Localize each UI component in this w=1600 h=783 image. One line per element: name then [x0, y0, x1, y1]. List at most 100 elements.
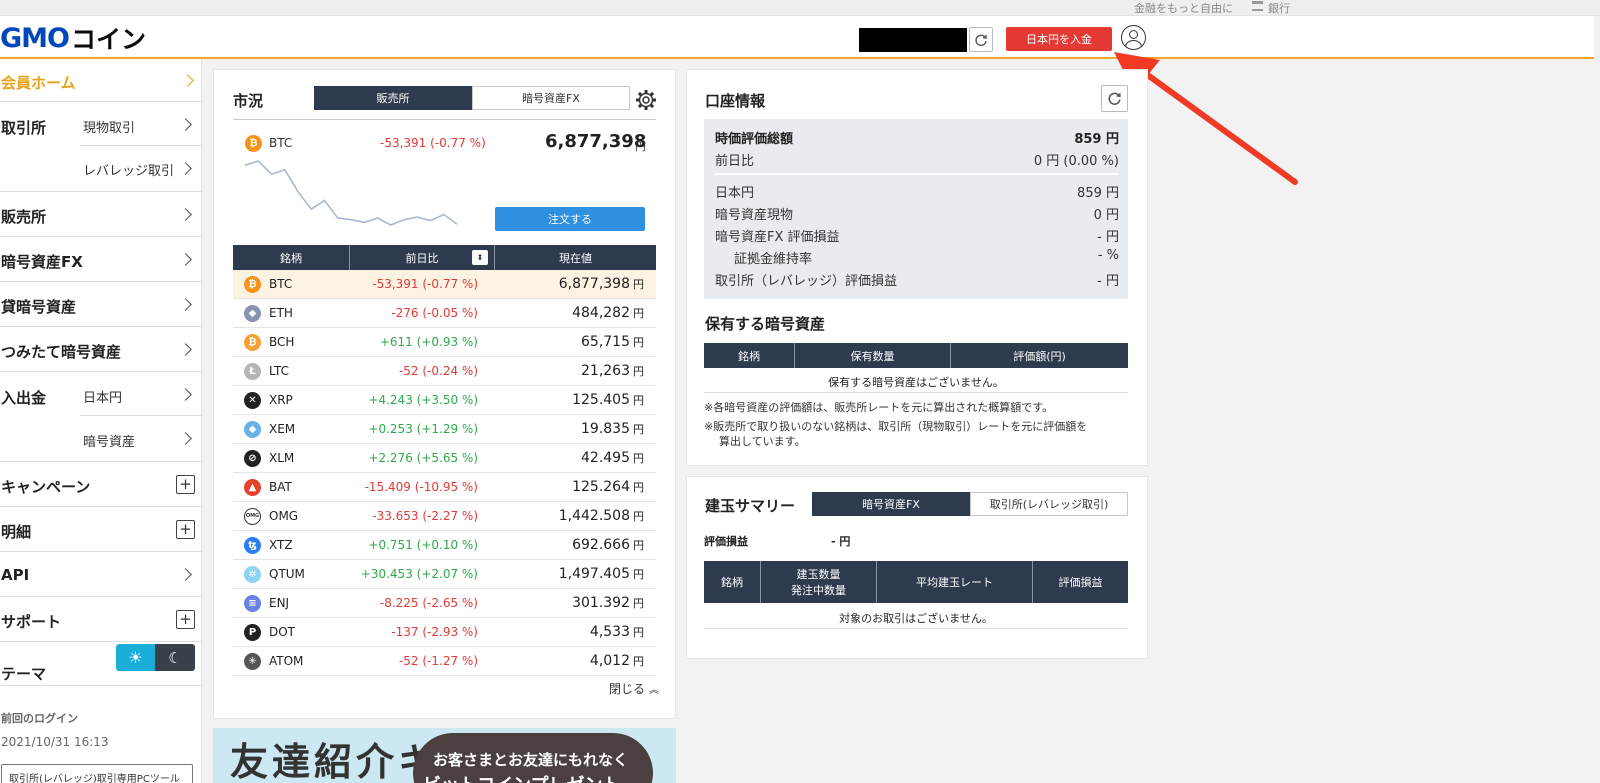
- table-row[interactable]: ◆ XEM +0.253 (+1.29 %) 19.835 円: [233, 415, 656, 444]
- table-row[interactable]: ✳ ATOM -52 (-1.27 %) 4,012 円: [233, 647, 656, 676]
- moon-icon[interactable]: ☾: [155, 644, 195, 671]
- row-symbol: BCH: [269, 335, 295, 349]
- sidebar-item-spot[interactable]: 現物取引: [80, 102, 202, 146]
- sidebar-item-tsumitate[interactable]: つみたて暗号資産: [0, 327, 202, 372]
- page-scrollbar[interactable]: [1594, 16, 1600, 783]
- table-row[interactable]: P DOT -137 (-2.93 %) 4,533 円: [233, 618, 656, 647]
- row-price-cell: 125.405 円: [478, 392, 656, 408]
- sidebar-item-api[interactable]: API: [0, 552, 202, 597]
- positions-table-header: 銘柄 建玉数量 発注中数量 平均建玉レート 評価損益: [704, 561, 1128, 603]
- table-row[interactable]: ꜩ XTZ +0.751 (+0.10 %) 692.666 円: [233, 531, 656, 560]
- prev-row: 前日比 0 円 (0.00 %): [715, 150, 1119, 169]
- table-row[interactable]: OMG OMG -33.653 (-2.27 %) 1,442.508 円: [233, 502, 656, 531]
- sidebar: 会員ホーム 取引所 現物取引 レバレッジ取引 販売所 暗号資産FX 貸暗号資産 …: [0, 59, 202, 783]
- sidebar-item-campaign[interactable]: キャンペーン +: [0, 462, 202, 507]
- plus-icon[interactable]: +: [176, 520, 195, 539]
- row-symbol: XRP: [269, 393, 293, 407]
- coin-xlm-icon: ⊘: [244, 449, 261, 467]
- plus-icon[interactable]: +: [176, 610, 195, 629]
- coin-xrp-icon: ✕: [244, 391, 261, 409]
- sort-icon[interactable]: ⬍: [472, 250, 488, 265]
- table-row[interactable]: ✕ XRP +4.243 (+3.50 %) 125.405 円: [233, 386, 656, 415]
- sidebar-item-dealer[interactable]: 販売所: [0, 192, 202, 237]
- tagline-link[interactable]: 金融をもっと自由に: [1134, 0, 1233, 16]
- prev-value: 0 円 (0.00 %): [1033, 154, 1119, 169]
- row-price-cell: 692.666 円: [478, 537, 656, 553]
- row-symbol: ETH: [269, 306, 293, 320]
- close-toggle[interactable]: 閉じる ︽: [609, 680, 659, 697]
- deposit-jpy-button[interactable]: 日本円を入金: [1006, 27, 1112, 51]
- row-price: 42.495: [581, 450, 630, 466]
- row-yen: 円: [633, 626, 644, 639]
- row-price-cell: 65,715 円: [478, 334, 656, 350]
- table-row[interactable]: ✲ QTUM +30.453 (+2.07 %) 1,497.405 円: [233, 560, 656, 589]
- theme-label: テーマ: [1, 665, 47, 683]
- pc-tool-button[interactable]: 取引所(レバレッジ)取引専用PCツール: [1, 764, 193, 783]
- header: GMO コイン 日本円を入金: [0, 16, 1600, 59]
- table-row[interactable]: ⊘ XLM +2.276 (+5.65 %) 42.495 円: [233, 444, 656, 473]
- sidebar-label-jpy: 日本円: [83, 391, 123, 406]
- coin-btc-icon: ₿: [244, 275, 261, 293]
- row-yen: 円: [633, 568, 644, 581]
- order-button[interactable]: 注文する: [495, 207, 645, 231]
- row-change: -33.653 (-2.27 %): [372, 509, 478, 523]
- row-price: 125.405: [572, 392, 630, 408]
- margin-label: 証拠金維持率: [734, 252, 813, 267]
- sidebar-label-dealer: 販売所: [1, 208, 47, 226]
- tab-dealer[interactable]: 販売所: [314, 86, 472, 110]
- row-yen: 円: [633, 510, 644, 523]
- row-change: +2.276 (+5.65 %): [368, 451, 478, 465]
- tab-fx[interactable]: 暗号資産FX: [472, 86, 630, 110]
- spot-label: 暗号資産現物: [715, 208, 794, 223]
- row-symbol-cell: ≡ ENJ: [233, 594, 350, 612]
- coin-bch-icon: ₿: [244, 333, 261, 351]
- featured-price: 6,877,398: [545, 131, 647, 152]
- sidebar-item-lending[interactable]: 貸暗号資産: [0, 282, 202, 327]
- tab-positions-leverage[interactable]: 取引所(レバレッジ取引): [970, 492, 1128, 516]
- market-title: 市況: [233, 92, 264, 110]
- sidebar-item-home[interactable]: 会員ホーム: [0, 59, 202, 102]
- sidebar-item-jpy[interactable]: 日本円: [80, 372, 202, 416]
- bank-link[interactable]: 銀行: [1268, 0, 1290, 16]
- row-price: 65,715: [581, 334, 630, 350]
- account-refresh-button[interactable]: [1101, 85, 1128, 112]
- col-change-header[interactable]: 前日比 ⬍: [350, 245, 495, 270]
- row-price-cell: 4,012 円: [478, 653, 656, 669]
- row-change: -15.409 (-10.95 %): [364, 480, 478, 494]
- tab-positions-fx[interactable]: 暗号資産FX: [812, 492, 970, 516]
- table-row[interactable]: Ł LTC -52 (-0.24 %) 21,263 円: [233, 357, 656, 386]
- row-price: 4,533: [589, 624, 630, 640]
- spot-row: 暗号資産現物 0 円: [715, 204, 1119, 223]
- header-refresh-button[interactable]: [969, 27, 993, 52]
- col-symbol: 銘柄: [233, 245, 350, 270]
- row-symbol-cell: ▲ BAT: [233, 478, 350, 496]
- table-row[interactable]: ▲ BAT -15.409 (-10.95 %) 125.264 円: [233, 473, 656, 502]
- positions-empty: 対象のお取引はございません。: [704, 603, 1128, 629]
- row-change: -53,391 (-0.77 %): [372, 277, 478, 291]
- sidebar-item-support[interactable]: サポート +: [0, 597, 202, 642]
- theme-toggle[interactable]: ☀ ☾: [116, 644, 195, 671]
- sidebar-item-leverage[interactable]: レバレッジ取引: [80, 146, 202, 191]
- sidebar-label-deposit: 入出金: [1, 389, 47, 407]
- plus-icon[interactable]: +: [176, 475, 195, 494]
- table-row[interactable]: ◆ ETH -276 (-0.05 %) 484,282 円: [233, 299, 656, 328]
- logo[interactable]: GMO コイン: [0, 22, 146, 55]
- referral-banner[interactable]: 友達紹介キャンペーン お客さまとお友達にもれなく ビットコインプレゼント: [213, 728, 676, 783]
- table-row[interactable]: ≡ ENJ -8.225 (-2.65 %) 301.392 円: [233, 589, 656, 618]
- sidebar-item-details[interactable]: 明細 +: [0, 507, 202, 552]
- sidebar-label-fx: 暗号資産FX: [1, 253, 83, 271]
- table-row[interactable]: ₿ BTC -53,391 (-0.77 %) 6,877,398 円: [233, 270, 656, 299]
- table-row[interactable]: ₿ BCH +611 (+0.93 %) 65,715 円: [233, 328, 656, 357]
- logo-gmo: GMO: [0, 22, 70, 54]
- row-price: 484,282: [572, 305, 630, 321]
- fx-label: 暗号資産FX 評価損益: [715, 230, 840, 245]
- lev-value: - 円: [1097, 274, 1119, 289]
- row-change: -52 (-0.24 %): [398, 364, 478, 378]
- sidebar-item-crypto[interactable]: 暗号資産: [80, 416, 202, 461]
- sun-icon[interactable]: ☀: [116, 644, 155, 671]
- sidebar-item-fx[interactable]: 暗号資産FX: [0, 237, 202, 282]
- row-change: -276 (-0.05 %): [391, 306, 478, 320]
- p-col-symbol: 銘柄: [704, 561, 761, 603]
- user-icon[interactable]: [1121, 25, 1146, 50]
- gear-icon[interactable]: [635, 89, 657, 111]
